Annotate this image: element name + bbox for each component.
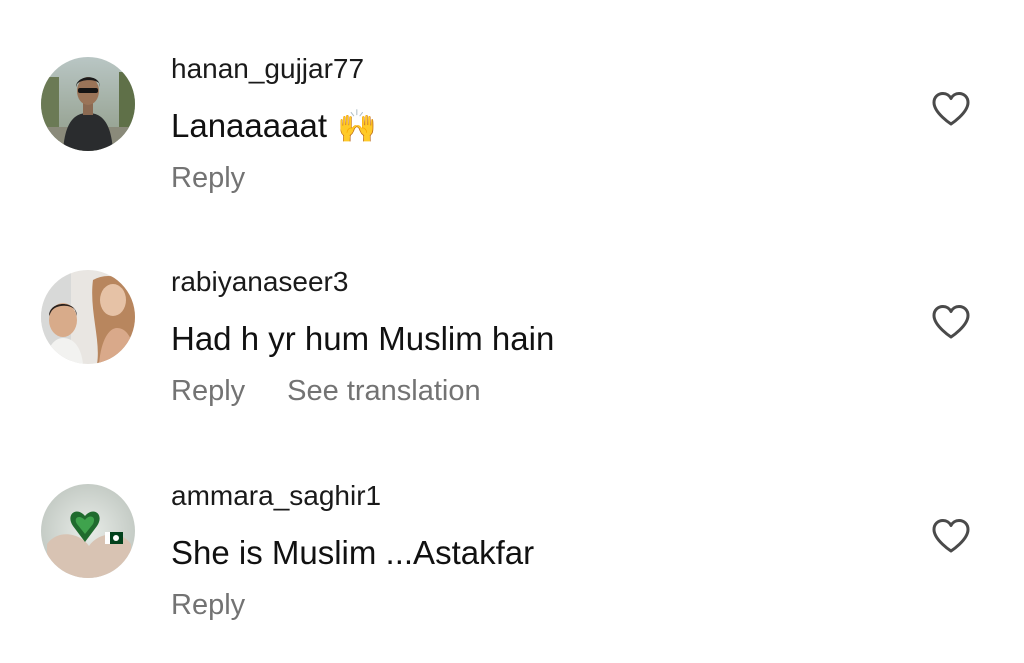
comment-username[interactable]: ammara_saghir1: [171, 479, 381, 513]
avatar-image: [41, 484, 135, 578]
avatar[interactable]: [41, 484, 135, 578]
comment-actions: Reply: [171, 160, 245, 196]
avatar[interactable]: [41, 270, 135, 364]
avatar-image: [41, 270, 135, 364]
comment-text: Lanaaaaat 🙌: [171, 106, 377, 146]
comment-actions: Reply: [171, 587, 245, 623]
comment-text-body: Lanaaaaat: [171, 107, 327, 144]
comment-username[interactable]: hanan_gujjar77: [171, 52, 364, 86]
heart-outline-icon[interactable]: [931, 91, 971, 127]
raising-hands-emoji-icon: 🙌: [337, 107, 377, 145]
comments-list: hanan_gujjar77 Lanaaaaat 🙌 Reply rabiyan…: [0, 0, 1024, 663]
heart-outline-icon[interactable]: [931, 518, 971, 554]
comment-text: She is Muslim ...Astakfar: [171, 534, 535, 571]
avatar-image: [41, 57, 135, 151]
comment-text: Had h yr hum Muslim hain: [171, 320, 555, 357]
heart-outline-icon[interactable]: [931, 304, 971, 340]
comment-actions: Reply See translation: [171, 373, 481, 409]
avatar[interactable]: [41, 57, 135, 151]
reply-button[interactable]: Reply: [171, 589, 245, 621]
see-translation-button[interactable]: See translation: [287, 375, 480, 407]
comment-item: rabiyanaseer3 Had h yr hum Muslim hain R…: [0, 266, 1024, 470]
comment-item: hanan_gujjar77 Lanaaaaat 🙌 Reply: [0, 53, 1024, 257]
comment-username[interactable]: rabiyanaseer3: [171, 265, 348, 299]
reply-button[interactable]: Reply: [171, 162, 245, 194]
reply-button[interactable]: Reply: [171, 375, 245, 407]
comment-item: ammara_saghir1 She is Muslim ...Astakfar…: [0, 480, 1024, 663]
